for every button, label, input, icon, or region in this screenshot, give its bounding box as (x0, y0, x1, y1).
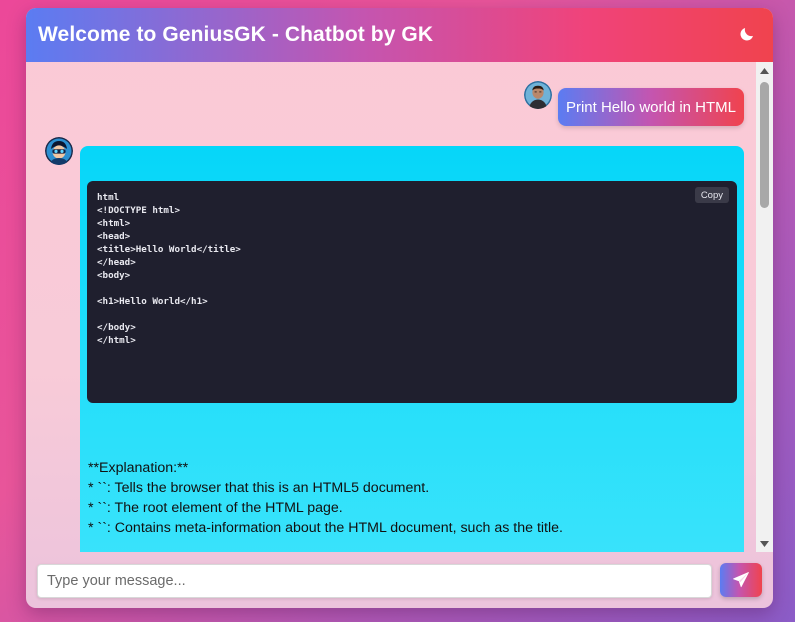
bot-message-bubble: Copy html <!DOCTYPE html> <html> <head> … (80, 146, 744, 552)
user-message-bubble: Print Hello world in HTML (557, 88, 744, 126)
code-line: <body> (97, 270, 131, 281)
code-line: html (97, 192, 120, 203)
explanation-line: * ``: Tells the browser that this is an … (88, 480, 430, 496)
message-composer (26, 552, 773, 608)
paper-plane-icon (733, 572, 749, 588)
code-line: <head> (97, 231, 131, 242)
user-avatar (524, 81, 552, 109)
code-line: </html> (97, 335, 136, 346)
chat-scrollbar[interactable] (756, 62, 773, 552)
scroll-up-arrow-icon[interactable] (756, 62, 773, 79)
user-message-text: Print Hello world in HTML (565, 98, 736, 116)
code-content: html <!DOCTYPE html> <html> <head> <titl… (97, 191, 727, 347)
moon-icon (740, 28, 753, 41)
code-line: <html> (97, 218, 131, 229)
code-line: </body> (97, 322, 136, 333)
chat-messages[interactable]: Print Hello world in HTML Copy html <!DO… (26, 62, 773, 552)
explanation-line: * ``: The root element of the HTML page. (88, 500, 343, 516)
code-line: </head> (97, 257, 136, 268)
chat-window: Welcome to GeniusGK - Chatbot by GK Prin… (26, 8, 773, 608)
theme-toggle-button[interactable] (735, 22, 759, 46)
code-line: <!DOCTYPE html> (97, 205, 180, 216)
bot-explanation: **Explanation:** * ``: Tells the browser… (88, 458, 728, 538)
scrollbar-thumb[interactable] (760, 82, 769, 208)
code-block: Copy html <!DOCTYPE html> <html> <head> … (87, 181, 737, 403)
app-header: Welcome to GeniusGK - Chatbot by GK (26, 8, 773, 62)
explanation-heading: **Explanation:** (88, 460, 189, 476)
message-input[interactable] (37, 564, 712, 598)
bot-avatar (45, 137, 73, 165)
code-line: <h1>Hello World</h1> (97, 296, 208, 307)
page-title: Welcome to GeniusGK - Chatbot by GK (38, 23, 434, 46)
copy-code-button[interactable]: Copy (694, 187, 729, 203)
code-line: <title>Hello World</title> (97, 244, 241, 255)
explanation-line: * ``: Contains meta-information about th… (88, 520, 563, 536)
send-button[interactable] (720, 563, 762, 597)
scroll-down-arrow-icon[interactable] (756, 535, 773, 552)
